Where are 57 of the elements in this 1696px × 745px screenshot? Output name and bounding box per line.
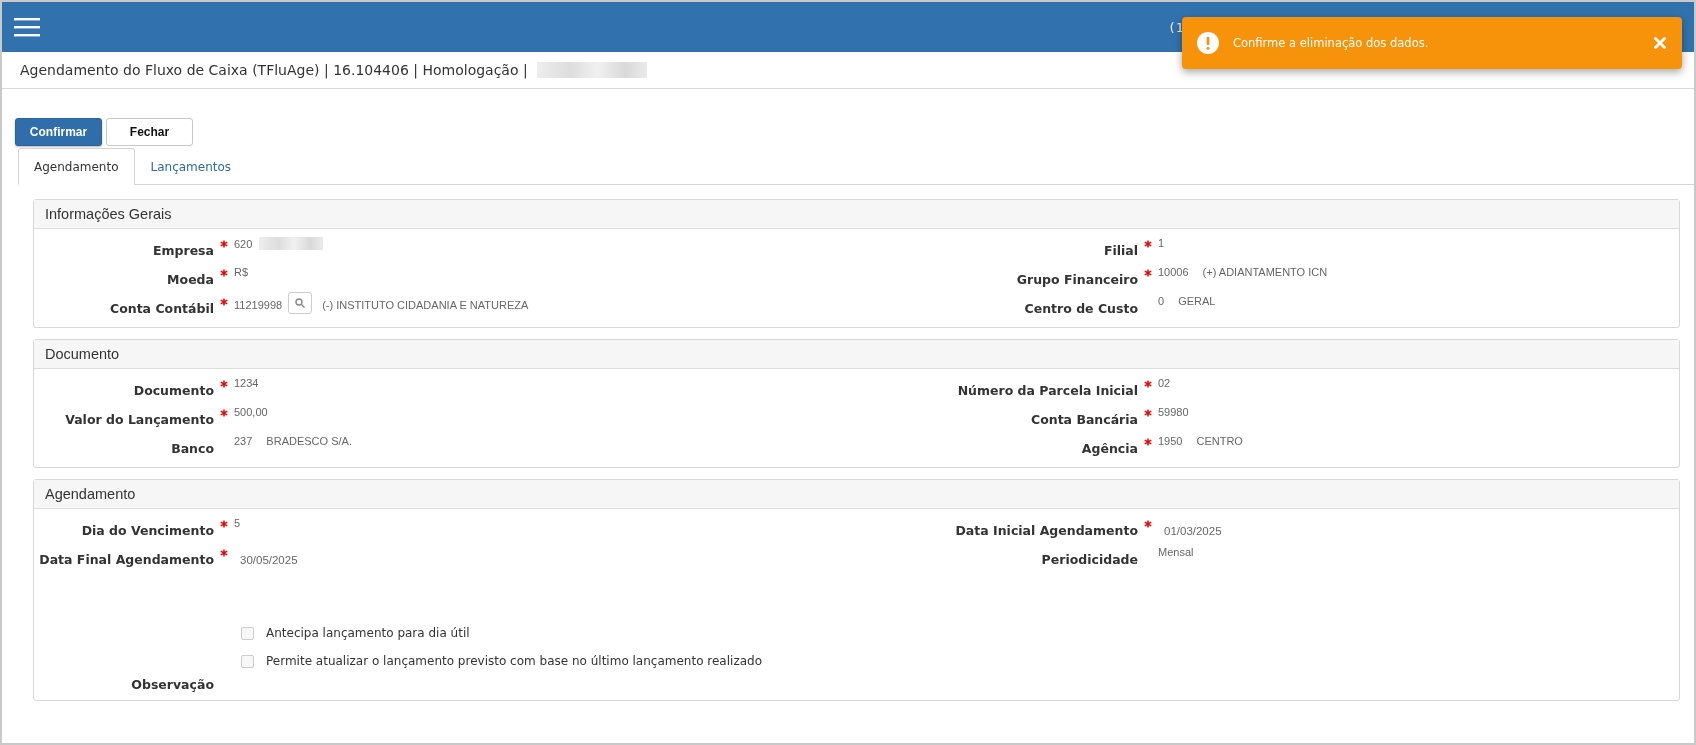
- tab[interactable]: Agendamento: [18, 148, 135, 185]
- checkbox-label: Antecipa lançamento para dia útil: [266, 626, 470, 640]
- field-label: Moeda: [166, 271, 214, 287]
- field-value: 5: [234, 517, 241, 529]
- field-value: 02: [1158, 377, 1171, 389]
- confirm-button[interactable]: Confirmar: [15, 118, 102, 146]
- checkbox[interactable]: [241, 654, 254, 668]
- field-description: GERAL: [1178, 295, 1216, 307]
- field-label: Data Inicial Agendamento: [954, 522, 1138, 538]
- field-value: 237: [234, 435, 253, 447]
- field-description: (+) ADIANTAMENTO ICN: [1202, 266, 1328, 278]
- field-label: Conta Bancária: [1030, 411, 1138, 427]
- field-value: 11219998: [234, 298, 283, 311]
- search-icon: [295, 298, 306, 308]
- exclamation-icon: [1197, 32, 1219, 54]
- field-description: (-) INSTITUTO CIDADANIA E NATUREZA: [322, 298, 529, 311]
- field-label: Grupo Financeiro: [1015, 271, 1138, 287]
- field-label: Banco: [170, 440, 214, 456]
- field-value: Mensal: [1158, 546, 1194, 558]
- field-value: 30/05/2025: [240, 554, 298, 566]
- field-label: Filial: [1102, 242, 1138, 258]
- field-value: 620: [234, 237, 253, 250]
- checkbox[interactable]: [241, 626, 254, 640]
- field-value: 01/03/2025: [1164, 525, 1222, 537]
- field-value: 59980: [1158, 406, 1189, 418]
- notification-message: Confirme a eliminação dos dados.: [1233, 36, 1430, 50]
- field-description: CENTRO: [1196, 435, 1243, 447]
- field-label: Observação: [130, 676, 214, 692]
- field-value: 1: [1158, 237, 1165, 249]
- field-label: Conta Contábil: [109, 300, 214, 316]
- field-description: BRADESCO S/A.: [266, 435, 352, 447]
- header-text: (1: [1168, 20, 1184, 35]
- field-label: Periodicidade: [1040, 551, 1138, 567]
- field-label: Centro de Custo: [1023, 300, 1138, 316]
- field-label: Empresa: [151, 242, 214, 258]
- field-label: Dia do Vencimento: [80, 522, 214, 538]
- panel-title: Informações Gerais: [34, 200, 1679, 229]
- field-value: 1950: [1158, 435, 1183, 447]
- close-icon[interactable]: [1654, 37, 1666, 49]
- field-label: Documento: [132, 382, 214, 398]
- menu-icon[interactable]: [14, 17, 40, 37]
- field-label: Agência: [1080, 440, 1138, 456]
- field-value: 1234: [234, 377, 259, 389]
- checkbox-label: Permite atualizar o lançamento previsto com base no último lançamento realizado: [266, 654, 762, 668]
- field-value: 0: [1158, 295, 1165, 307]
- page-title: Agendamento do Fluxo de Caixa (TFluAge) | 16.104406 | Homologação |: [20, 62, 528, 78]
- panel-title: Agendamento: [34, 480, 1679, 509]
- panel-title: Documento: [34, 340, 1679, 369]
- field-label: Valor do Lançamento: [64, 411, 214, 427]
- field-value: 500,00: [234, 406, 268, 418]
- field-label: Data Final Agendamento: [38, 551, 214, 567]
- tab[interactable]: Lançamentos: [134, 148, 248, 185]
- field-value: 10006: [1158, 266, 1189, 278]
- field-value: R$: [234, 266, 249, 278]
- close-button[interactable]: Fechar: [106, 118, 193, 146]
- field-label: Número da Parcela Inicial: [956, 382, 1138, 398]
- search-button[interactable]: [288, 292, 313, 314]
